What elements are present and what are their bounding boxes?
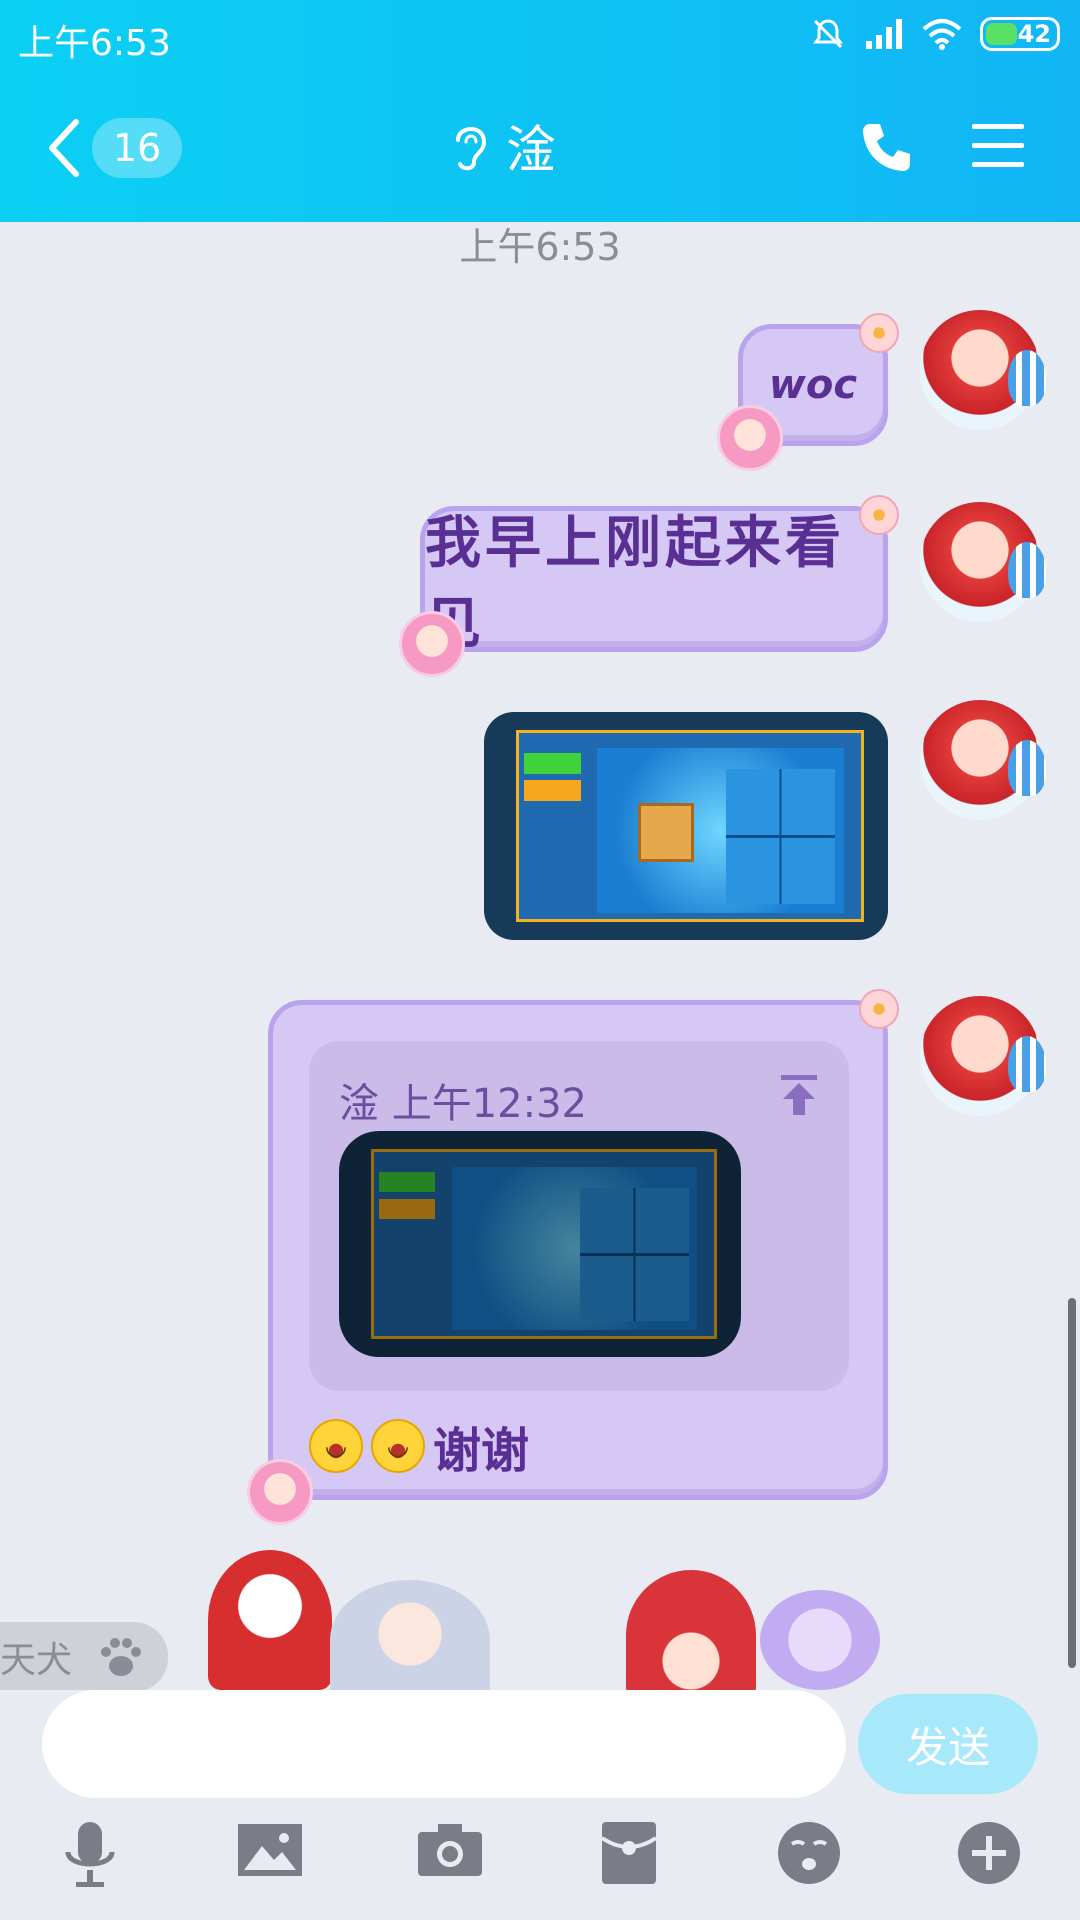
- flower-decoration: [859, 989, 899, 1029]
- bubble-mascot: [717, 405, 783, 471]
- bubble-mascot: [399, 611, 465, 677]
- jump-to-original-icon[interactable]: [779, 1073, 819, 1117]
- laughing-emoji-icon: ◡: [309, 1419, 363, 1473]
- sticker-suggestions: 天犬: [0, 1540, 1080, 1690]
- game-green-button: [524, 753, 581, 774]
- menu-icon[interactable]: [970, 120, 1026, 172]
- phone-icon[interactable]: [860, 120, 914, 174]
- game-chest: [637, 803, 695, 863]
- game-orange-button: [524, 780, 581, 801]
- message-timestamp: 上午6:53: [459, 225, 621, 269]
- camera-icon[interactable]: [416, 1820, 484, 1880]
- sticker-chip[interactable]: 天犬: [0, 1622, 168, 1690]
- sticker-hat-girl[interactable]: [626, 1570, 756, 1690]
- bubble-mascot: [247, 1459, 313, 1525]
- status-time: 上午6:53: [18, 23, 171, 64]
- game-item-grid: [580, 1187, 689, 1321]
- wifi-icon: [922, 19, 962, 50]
- game-item-grid: [726, 769, 836, 904]
- message-bubble[interactable]: woc: [717, 313, 899, 471]
- chat-title: 淦: [506, 121, 556, 179]
- sticker-chip-label: 天犬: [0, 1640, 73, 1681]
- back-chevron-icon[interactable]: [46, 118, 80, 178]
- signal-icon: [866, 19, 902, 49]
- flower-decoration: [859, 313, 899, 353]
- plus-icon[interactable]: [956, 1820, 1022, 1886]
- message-text: woc: [768, 362, 858, 408]
- image-message[interactable]: [484, 712, 888, 940]
- avatar[interactable]: [920, 700, 1046, 820]
- battery-level: 42: [1017, 20, 1051, 48]
- message-text: 我早上刚起来看见: [425, 511, 845, 657]
- unread-count-badge[interactable]: 16: [92, 118, 182, 178]
- input-toolbar: [0, 1820, 1080, 1920]
- send-button[interactable]: 发送: [858, 1694, 1038, 1794]
- quote-header: 淦 上午12:32: [339, 1081, 587, 1127]
- status-icons: 42: [810, 16, 1060, 52]
- message-input[interactable]: [42, 1690, 846, 1798]
- game-orange-button: [379, 1198, 436, 1220]
- paw-icon: [101, 1638, 142, 1676]
- mute-bell-icon: [813, 19, 843, 49]
- reply-message-bubble[interactable]: 淦 上午12:32 ◡ ◡ 谢谢: [247, 989, 899, 1525]
- flower-decoration: [859, 495, 899, 535]
- red-packet-icon[interactable]: [600, 1820, 658, 1886]
- reply-text-row: ◡ ◡ 谢谢: [309, 1411, 529, 1481]
- quoted-image[interactable]: [339, 1131, 741, 1357]
- battery-indicator: 42: [980, 17, 1060, 51]
- ear-icon[interactable]: [450, 120, 490, 172]
- title-group: 淦: [450, 110, 556, 182]
- scrollbar[interactable]: [1068, 1298, 1076, 1668]
- avatar[interactable]: [920, 502, 1046, 622]
- game-green-button: [379, 1171, 436, 1192]
- quoted-message[interactable]: 淦 上午12:32: [309, 1041, 849, 1391]
- laughing-emoji-icon: ◡: [371, 1419, 425, 1473]
- avatar[interactable]: [920, 310, 1046, 430]
- sticker-balloon[interactable]: [760, 1590, 880, 1690]
- emoji-icon[interactable]: [776, 1820, 842, 1886]
- sticker-girl[interactable]: [330, 1580, 490, 1690]
- image-icon[interactable]: [236, 1820, 304, 1880]
- sticker-fox[interactable]: [208, 1550, 332, 1690]
- message-text: 谢谢: [433, 1423, 530, 1479]
- microphone-icon[interactable]: [62, 1820, 118, 1890]
- input-bar: 发送: [0, 1690, 1080, 1920]
- message-bubble[interactable]: 我早上刚起来看见: [399, 495, 899, 677]
- avatar[interactable]: [920, 996, 1046, 1116]
- chat-header: 上午6:53 42 16 淦: [0, 0, 1080, 222]
